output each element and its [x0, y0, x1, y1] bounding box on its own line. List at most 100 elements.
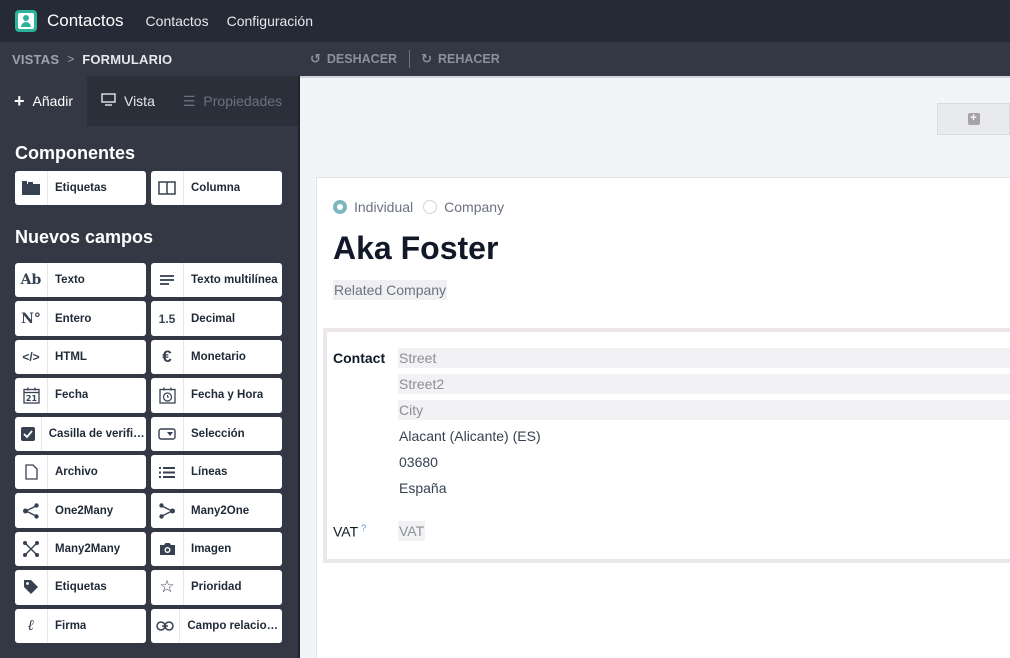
radio-individual[interactable]: Individual	[333, 199, 413, 215]
field-multiline-text[interactable]: Texto multilínea	[151, 263, 282, 298]
field-decimal[interactable]: 1.5 Decimal	[151, 301, 282, 336]
field-one2many[interactable]: One2Many	[15, 493, 146, 528]
euro-icon: €	[151, 339, 184, 375]
city-input[interactable]: City	[398, 400, 1010, 420]
code-icon: </>	[15, 339, 48, 375]
tab-view[interactable]: Vista	[87, 76, 169, 126]
radio-individual-label: Individual	[354, 199, 414, 215]
field-date[interactable]: 21 Fecha	[15, 378, 146, 413]
field-label: Campo relacionado	[187, 619, 282, 632]
field-label: Texto multilínea	[191, 274, 278, 287]
field-label: Monetario	[191, 350, 246, 363]
field-image[interactable]: Imagen	[151, 531, 282, 567]
vat-label: VAT?	[333, 523, 366, 540]
field-tags[interactable]: Etiquetas	[15, 570, 146, 605]
state-field[interactable]: Alacant (Alicante) (ES)	[398, 426, 1010, 446]
top-navbar: Contactos Contactos Configuración	[0, 0, 1010, 42]
radio-unchecked-icon	[423, 200, 438, 214]
field-selection[interactable]: Selección	[151, 416, 282, 451]
camera-icon	[151, 531, 184, 567]
component-label: Etiquetas	[55, 182, 107, 195]
field-label: Firma	[55, 619, 87, 632]
field-file[interactable]: Archivo	[15, 454, 146, 490]
related-company-input[interactable]: Related Company	[333, 280, 448, 300]
breadcrumb-current: FORMULARIO	[82, 51, 173, 67]
text-icon: Ab	[15, 263, 48, 298]
svg-text:21: 21	[25, 394, 37, 403]
nav-configuracion[interactable]: Configuración	[227, 13, 313, 29]
radio-checked-icon	[333, 200, 347, 214]
street-input[interactable]: Street	[398, 348, 1010, 368]
field-monetary[interactable]: € Monetario	[151, 339, 282, 375]
partner-name[interactable]: Aka Foster	[333, 230, 498, 267]
app-title[interactable]: Contactos	[47, 11, 124, 31]
field-label: Selección	[191, 427, 245, 440]
vat-label-text: VAT	[333, 523, 359, 540]
monitor-icon	[101, 93, 116, 109]
link-icon	[151, 608, 181, 643]
tab-properties[interactable]: ☰ Propiedades	[169, 76, 296, 126]
field-html[interactable]: </> HTML	[15, 339, 146, 375]
signature-icon: ℓ	[15, 608, 48, 643]
field-lines[interactable]: Líneas	[151, 454, 282, 490]
add-button-box[interactable]: +	[937, 103, 1010, 135]
breadcrumb-views[interactable]: VISTAS	[12, 52, 59, 67]
field-label: Decimal	[191, 312, 236, 325]
tab-add-label: Añadir	[32, 93, 73, 109]
field-checkbox[interactable]: Casilla de verificación	[15, 416, 146, 451]
undo-button[interactable]: DESHACER	[327, 52, 397, 66]
decimal-icon: 1.5	[151, 301, 184, 336]
company-type-radio: Individual Company	[333, 199, 504, 215]
field-priority[interactable]: ☆ Prioridad	[151, 570, 282, 605]
tab-add[interactable]: + Añadir	[0, 76, 87, 126]
field-label: Líneas	[191, 466, 228, 479]
field-label: Many2Many	[55, 542, 121, 555]
field-signature[interactable]: ℓ Firma	[15, 608, 146, 643]
properties-icon: ☰	[182, 92, 196, 109]
many2one-icon	[151, 493, 184, 528]
form-canvas: + Individual Company Aka Foster Related …	[300, 76, 1010, 658]
field-integer[interactable]: N° Entero	[15, 301, 146, 336]
contact-label: Contact	[333, 350, 386, 366]
toolbar-divider	[409, 50, 411, 68]
field-label: Fecha	[55, 389, 89, 402]
street2-input[interactable]: Street2	[398, 374, 1010, 394]
address-group: Contact Street Street2 City Alacant (Ali…	[323, 328, 1010, 563]
vat-input[interactable]: VAT	[398, 521, 426, 541]
new-fields-title: Nuevos campos	[15, 227, 154, 247]
field-text[interactable]: Ab Texto	[15, 263, 146, 298]
contacts-app-icon[interactable]	[15, 10, 37, 32]
multiline-text-icon	[151, 263, 184, 298]
tab-view-label: Vista	[123, 93, 155, 109]
component-notebook[interactable]: Etiquetas	[15, 171, 146, 206]
undo-icon: ↺	[310, 51, 321, 66]
nav-contactos[interactable]: Contactos	[146, 13, 209, 29]
zip-field[interactable]: 03680	[398, 452, 1010, 472]
field-related[interactable]: Campo relacionado	[151, 608, 282, 643]
component-label: Columna	[191, 182, 241, 195]
field-label: Etiquetas	[55, 581, 107, 594]
component-column[interactable]: Columna	[151, 171, 282, 206]
field-label: Fecha y Hora	[191, 389, 264, 402]
columns-icon	[151, 171, 184, 206]
field-label: Entero	[55, 312, 92, 325]
field-many2one[interactable]: Many2One	[151, 493, 282, 528]
country-field[interactable]: España	[398, 478, 1010, 498]
studio-toolbar: VISTAS > FORMULARIO ↺ DESHACER ↻ REHACER	[0, 42, 1010, 76]
vat-help-tooltip[interactable]: ?	[361, 523, 366, 533]
field-datetime[interactable]: Fecha y Hora	[151, 378, 282, 413]
checkbox-icon	[15, 416, 42, 451]
radio-company[interactable]: Company	[423, 199, 504, 215]
many2many-icon	[15, 531, 48, 567]
field-label: Imagen	[191, 542, 232, 555]
field-many2many[interactable]: Many2Many	[15, 531, 146, 567]
redo-button[interactable]: REHACER	[438, 52, 500, 66]
one2many-icon	[15, 493, 48, 528]
star-icon: ☆	[151, 570, 184, 605]
field-label: Archivo	[55, 466, 98, 479]
field-label: Texto	[55, 274, 85, 287]
components-grid: Etiquetas Columna	[15, 171, 283, 206]
calendar-icon: 21	[15, 378, 48, 413]
sidebar-tabs: + Añadir Vista ☰ Propiedades	[0, 76, 298, 126]
components-title: Componentes	[15, 143, 136, 163]
